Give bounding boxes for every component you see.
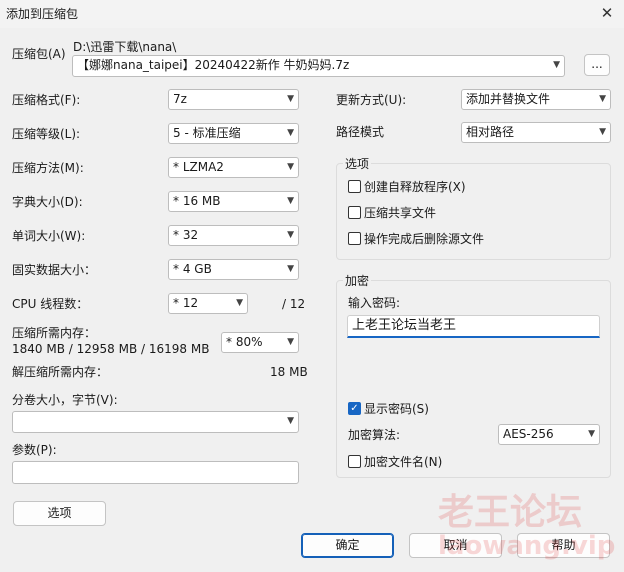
chevron-down-icon: ▼ (553, 60, 560, 70)
level-value: 5 - 标准压缩 (173, 126, 241, 140)
sfx-label[interactable]: 创建自释放程序(X) (364, 179, 466, 195)
archive-path: D:\迅雷下载\nana\ (73, 40, 177, 54)
memory-label: 压缩所需内存： (12, 326, 97, 340)
params-input[interactable] (12, 461, 299, 484)
shared-files-checkbox[interactable] (348, 206, 361, 219)
chevron-down-icon: ▼ (236, 298, 243, 308)
path-mode-label: 路径模式 (336, 125, 385, 139)
chevron-down-icon: ▼ (287, 94, 294, 104)
chevron-down-icon: ▼ (287, 128, 294, 138)
split-label: 分卷大小，字节(V): (12, 393, 118, 407)
show-password-checkbox[interactable]: ✓ (348, 402, 361, 415)
delete-source-label[interactable]: 操作完成后删除源文件 (364, 231, 484, 247)
format-value: 7z (173, 92, 187, 106)
show-password-label[interactable]: 显示密码(S) (364, 401, 429, 417)
solid-label: 固实数据大小： (12, 263, 97, 277)
threads-max: / 12 (282, 297, 306, 311)
password-input[interactable]: 上老王论坛当老王 (347, 315, 600, 338)
archive-name-value: 【娜娜nana_taipei】20240422新作 牛奶妈妈.7z (77, 58, 350, 72)
window-title: 添加到压缩包 (6, 7, 79, 21)
threads-label: CPU 线程数： (12, 297, 89, 311)
memory-detail: 1840 MB / 12958 MB / 16198 MB (12, 342, 210, 356)
method-select[interactable]: * LZMA2 ▼ (168, 157, 299, 178)
chevron-down-icon: ▼ (287, 337, 294, 347)
dict-label: 字典大小(D): (12, 195, 83, 209)
word-label: 单词大小(W): (12, 229, 86, 243)
ok-button[interactable]: 确定 (301, 533, 394, 558)
close-icon[interactable]: ✕ (594, 2, 620, 24)
encryption-method-value: AES-256 (503, 427, 554, 441)
params-label: 参数(P): (12, 443, 57, 457)
options-group-title: 选项 (343, 155, 372, 172)
format-label: 压缩格式(F): (12, 93, 81, 107)
encrypt-names-checkbox[interactable] (348, 455, 361, 468)
method-label: 压缩方法(M): (12, 161, 84, 175)
options-button[interactable]: 选项 (13, 501, 106, 526)
chevron-down-icon: ▼ (287, 162, 294, 172)
word-value: * 32 (173, 228, 199, 242)
path-mode-select[interactable]: 相对路径 ▼ (461, 122, 611, 143)
format-select[interactable]: 7z ▼ (168, 89, 299, 110)
level-label: 压缩等级(L): (12, 127, 81, 141)
level-select[interactable]: 5 - 标准压缩 ▼ (168, 123, 299, 144)
solid-select[interactable]: * 4 GB ▼ (168, 259, 299, 280)
update-select[interactable]: 添加并替换文件 ▼ (461, 89, 611, 110)
path-mode-value: 相对路径 (466, 125, 515, 139)
method-value: * LZMA2 (173, 160, 224, 174)
title-bar: 添加到压缩包 ✕ (0, 0, 624, 28)
word-select[interactable]: * 32 ▼ (168, 225, 299, 246)
check-icon: ✓ (350, 403, 359, 414)
chevron-down-icon: ▼ (287, 230, 294, 240)
delete-source-checkbox[interactable] (348, 232, 361, 245)
dict-value: * 16 MB (173, 194, 221, 208)
watermark-title: 老王论坛 (438, 492, 583, 533)
encryption-method-label: 加密算法: (348, 428, 401, 442)
dict-select[interactable]: * 16 MB ▼ (168, 191, 299, 212)
watermark-url: laowang.vip (438, 531, 616, 561)
chevron-down-icon: ▼ (588, 429, 595, 439)
encryption-group-title: 加密 (343, 272, 372, 289)
chevron-down-icon: ▼ (287, 196, 294, 206)
solid-value: * 4 GB (173, 262, 212, 276)
update-label: 更新方式(U): (336, 93, 407, 107)
sfx-checkbox[interactable] (348, 180, 361, 193)
encryption-method-select[interactable]: AES-256 ▼ (498, 424, 600, 445)
encrypt-names-label[interactable]: 加密文件名(N) (364, 454, 442, 470)
shared-files-label[interactable]: 压缩共享文件 (364, 205, 436, 221)
chevron-down-icon: ▼ (599, 94, 606, 104)
split-combo[interactable]: ▼ (12, 411, 299, 433)
archive-label: 压缩包(A) (12, 47, 66, 61)
threads-select[interactable]: * 12 ▼ (168, 293, 248, 314)
browse-button[interactable]: ... (584, 54, 610, 76)
archive-name-combo[interactable]: 【娜娜nana_taipei】20240422新作 牛奶妈妈.7z ▼ (72, 55, 565, 77)
decompress-value: 18 MB (270, 365, 308, 379)
update-value: 添加并替换文件 (466, 92, 551, 106)
chevron-down-icon: ▼ (287, 264, 294, 274)
chevron-down-icon: ▼ (599, 127, 606, 137)
memory-percent-select[interactable]: * 80% ▼ (221, 332, 299, 353)
password-label: 输入密码: (348, 296, 401, 310)
decompress-label: 解压缩所需内存： (12, 365, 109, 379)
chevron-down-icon: ▼ (287, 416, 294, 426)
